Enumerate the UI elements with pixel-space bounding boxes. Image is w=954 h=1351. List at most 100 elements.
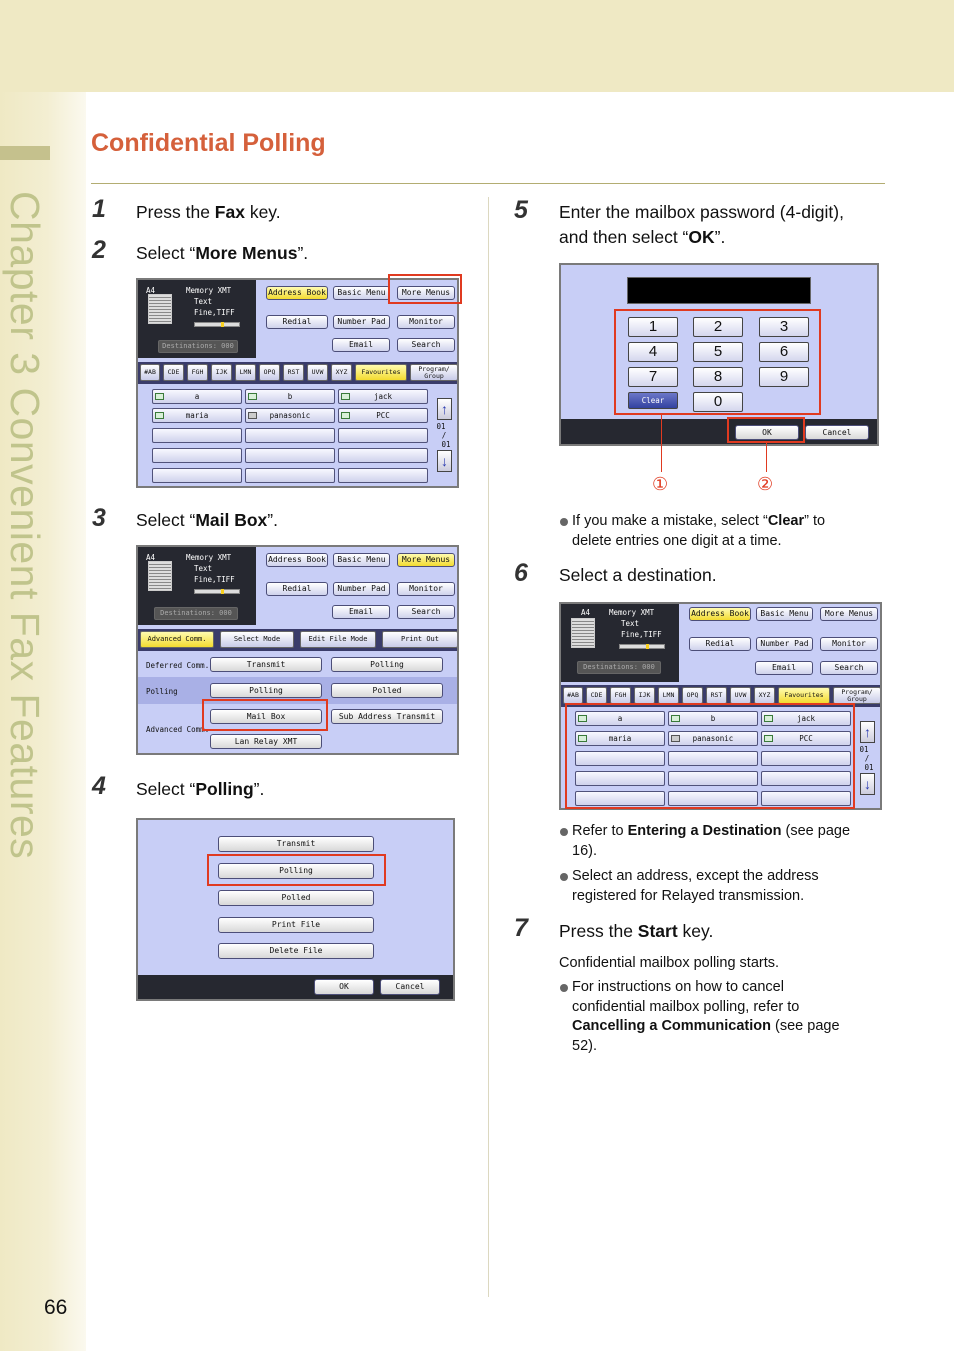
scroll-up-arrow-icon[interactable]: ↑ xyxy=(860,721,875,743)
tab-program-group[interactable]: Program/ Group xyxy=(833,687,880,704)
status-panel: A4 Memory XMT Text Fine,TIFF Destination… xyxy=(561,604,679,682)
lan-relay-xmt-button[interactable]: Lan Relay XMT xyxy=(210,734,322,749)
tab-ijk[interactable]: IJK xyxy=(211,364,232,381)
scroll-down-arrow-icon[interactable]: ↓ xyxy=(860,773,875,795)
polling-button[interactable]: Polling xyxy=(331,657,443,672)
scroll-up-arrow-icon[interactable]: ↑ xyxy=(437,398,452,420)
tab-ab[interactable]: #AB xyxy=(563,687,583,704)
paper-size: A4 xyxy=(581,608,591,617)
fax-icon xyxy=(248,412,257,419)
tab-favourites[interactable]: Favourites xyxy=(778,687,830,704)
list-item[interactable]: jack xyxy=(338,389,428,404)
tab-rst[interactable]: RST xyxy=(283,364,304,381)
list-item-empty[interactable] xyxy=(152,428,242,443)
fax-screen-step2: A4 Memory XMT Text Fine,TIFF Destination… xyxy=(136,278,459,488)
search-button[interactable]: Search xyxy=(397,605,455,619)
tab-program-group[interactable]: Program/ Group xyxy=(410,364,457,381)
number-pad-button[interactable]: Number Pad xyxy=(756,637,813,651)
tab-opq[interactable]: OPQ xyxy=(682,687,703,704)
column-divider xyxy=(488,197,489,1297)
status-panel: A4 Memory XMT Text Fine,TIFF Destination… xyxy=(138,280,256,358)
tab-opq[interactable]: OPQ xyxy=(259,364,280,381)
row-label: Polling xyxy=(146,687,178,696)
basic-menu-button[interactable]: Basic Menu xyxy=(333,553,390,567)
monitor-button[interactable]: Monitor xyxy=(397,582,455,596)
list-item-empty[interactable] xyxy=(152,468,242,483)
step-2-text: Select “More Menus”. xyxy=(136,243,309,263)
alpha-tabs: #AB CDE FGH IJK LMN OPQ RST UVW XYZ Favo… xyxy=(138,362,457,384)
list-item-empty[interactable] xyxy=(245,448,335,463)
tab-cde[interactable]: CDE xyxy=(586,687,607,704)
polled-button[interactable]: Polled xyxy=(331,683,443,698)
tab-ijk[interactable]: IJK xyxy=(634,687,655,704)
list-item[interactable]: panasonic xyxy=(245,408,335,423)
redial-button[interactable]: Redial xyxy=(689,637,751,651)
sub-address-transmit-button[interactable]: Sub Address Transmit xyxy=(331,709,443,724)
transmit-button[interactable]: Transmit xyxy=(218,836,374,852)
redial-button[interactable]: Redial xyxy=(266,315,328,329)
tab-edit-file-mode[interactable]: Edit File Mode xyxy=(300,631,376,648)
cancel-button[interactable]: Cancel xyxy=(805,425,869,440)
polled-button[interactable]: Polled xyxy=(218,890,374,906)
more-menus-button[interactable]: More Menus xyxy=(820,607,878,621)
document-icon xyxy=(571,618,595,648)
tab-uvw[interactable]: UVW xyxy=(307,364,328,381)
delete-file-button[interactable]: Delete File xyxy=(218,943,374,959)
contrast-bar[interactable] xyxy=(194,322,240,327)
step-number: 6 xyxy=(514,559,528,587)
basic-menu-button[interactable]: Basic Menu xyxy=(333,286,390,300)
tab-select-mode[interactable]: Select Mode xyxy=(220,631,294,648)
list-item-empty[interactable] xyxy=(338,468,428,483)
tab-ab[interactable]: #AB xyxy=(140,364,160,381)
transmit-button[interactable]: Transmit xyxy=(210,657,322,672)
list-item-empty[interactable] xyxy=(245,428,335,443)
list-item-empty[interactable] xyxy=(338,428,428,443)
step-7-intro: Confidential mailbox polling starts. xyxy=(559,955,780,971)
cancel-button[interactable]: Cancel xyxy=(380,979,440,995)
tab-print-out[interactable]: Print Out xyxy=(382,631,457,648)
monitor-button[interactable]: Monitor xyxy=(397,315,455,329)
list-item[interactable]: b xyxy=(245,389,335,404)
list-item-empty[interactable] xyxy=(152,448,242,463)
basic-menu-button[interactable]: Basic Menu xyxy=(756,607,813,621)
redial-button[interactable]: Redial xyxy=(266,582,328,596)
contrast-bar[interactable] xyxy=(194,589,240,594)
tab-favourites[interactable]: Favourites xyxy=(355,364,407,381)
ok-button[interactable]: OK xyxy=(314,979,374,995)
address-book-button[interactable]: Address Book xyxy=(266,286,328,300)
title-rule xyxy=(91,183,885,184)
tab-fgh[interactable]: FGH xyxy=(187,364,208,381)
address-book-button[interactable]: Address Book xyxy=(266,553,328,567)
polling-button[interactable]: Polling xyxy=(210,683,322,698)
list-item-empty[interactable] xyxy=(245,468,335,483)
list-item-empty[interactable] xyxy=(338,448,428,463)
list-item[interactable]: PCC xyxy=(338,408,428,423)
address-book-button[interactable]: Address Book xyxy=(689,607,751,621)
print-file-button[interactable]: Print File xyxy=(218,917,374,933)
tab-rst[interactable]: RST xyxy=(706,687,727,704)
tab-xyz[interactable]: XYZ xyxy=(331,364,352,381)
list-item[interactable]: maria xyxy=(152,408,242,423)
tab-cde[interactable]: CDE xyxy=(163,364,184,381)
tab-uvw[interactable]: UVW xyxy=(730,687,751,704)
contrast-bar[interactable] xyxy=(619,644,665,649)
search-button[interactable]: Search xyxy=(820,661,878,675)
tab-xyz[interactable]: XYZ xyxy=(754,687,775,704)
number-pad-button[interactable]: Number Pad xyxy=(333,315,390,329)
tab-lmn[interactable]: LMN xyxy=(658,687,679,704)
number-pad-button[interactable]: Number Pad xyxy=(333,582,390,596)
more-menus-button[interactable]: More Menus xyxy=(397,553,455,567)
tab-fgh[interactable]: FGH xyxy=(610,687,631,704)
note-clear: If you make a mistake, select “Clear” to… xyxy=(560,512,825,551)
tab-lmn[interactable]: LMN xyxy=(235,364,256,381)
step-4-text: Select “Polling”. xyxy=(136,779,265,799)
highlight-polling xyxy=(207,854,386,886)
search-button[interactable]: Search xyxy=(397,338,455,352)
list-item[interactable]: a xyxy=(152,389,242,404)
monitor-button[interactable]: Monitor xyxy=(820,637,878,651)
tab-advanced-comm[interactable]: Advanced Comm. xyxy=(140,631,214,648)
scroll-down-arrow-icon[interactable]: ↓ xyxy=(437,450,452,472)
email-button[interactable]: Email xyxy=(332,338,390,352)
email-button[interactable]: Email xyxy=(332,605,390,619)
email-button[interactable]: Email xyxy=(755,661,813,675)
